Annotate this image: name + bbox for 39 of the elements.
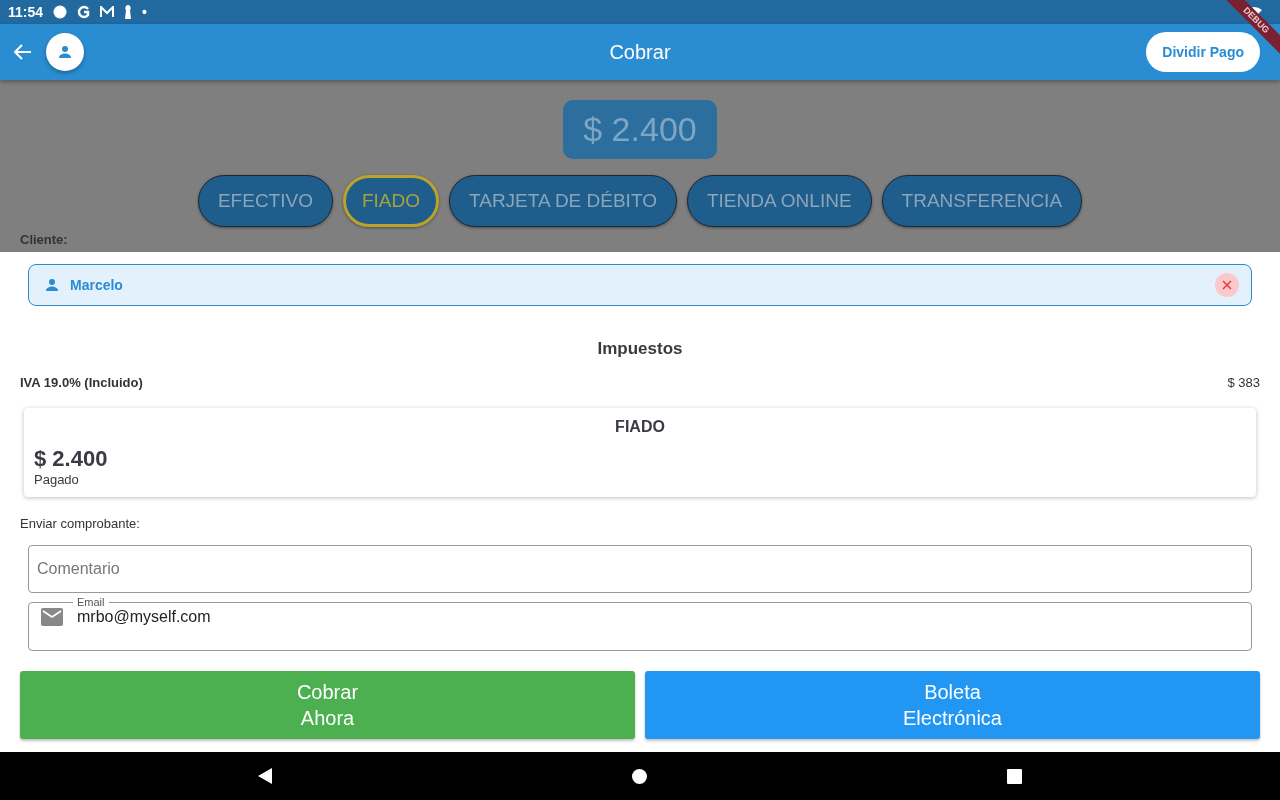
comment-field[interactable]: Comentario bbox=[28, 545, 1252, 593]
amount-display: $ 2.400 bbox=[563, 100, 717, 159]
client-field[interactable]: Marcelo bbox=[28, 264, 1252, 306]
page-title: Cobrar bbox=[609, 40, 671, 63]
payment-status: Pagado bbox=[34, 472, 80, 487]
mail-icon bbox=[41, 608, 63, 626]
notification-icon bbox=[53, 5, 68, 19]
payment-amount: $ 2.400 bbox=[34, 446, 109, 472]
taxes-heading: Impuestos bbox=[596, 339, 684, 359]
payment-method-chip[interactable]: FIADO bbox=[342, 175, 439, 227]
more-notifications: • bbox=[142, 4, 147, 20]
back-icon[interactable] bbox=[258, 768, 272, 784]
clock: 11:54 bbox=[8, 4, 44, 20]
email-value: mrbo@myself.com bbox=[77, 608, 211, 626]
split-payment-button[interactable]: Dividir Pago bbox=[1146, 32, 1260, 72]
tax-value: $ 383 bbox=[1227, 375, 1260, 390]
invoice-button[interactable]: Boleta Electrónica bbox=[645, 671, 1260, 739]
payment-method-chip[interactable]: EFECTIVO bbox=[197, 175, 333, 227]
payment-method-chip[interactable]: TRANSFERENCIA bbox=[881, 175, 1083, 227]
notification-icon bbox=[124, 5, 133, 19]
client-name: Marcelo bbox=[70, 277, 123, 293]
charge-button[interactable]: Cobrar Ahora bbox=[20, 671, 635, 739]
email-field[interactable]: Email mrbo@myself.com bbox=[28, 596, 1252, 651]
payment-method-chip[interactable]: TARJETA DE DÉBITO bbox=[449, 175, 677, 227]
receipt-label: Enviar comprobante: bbox=[20, 516, 141, 531]
payment-method-chip[interactable]: TIENDA ONLINE bbox=[686, 175, 872, 227]
mail-icon bbox=[100, 6, 115, 18]
person-icon bbox=[43, 276, 61, 294]
person-icon bbox=[56, 43, 74, 61]
client-label: Cliente: bbox=[20, 232, 68, 247]
notification-icon bbox=[77, 5, 91, 19]
email-label: Email bbox=[76, 596, 106, 608]
home-icon[interactable] bbox=[632, 768, 647, 784]
recents-icon[interactable] bbox=[1007, 768, 1022, 784]
avatar-button[interactable] bbox=[46, 33, 84, 71]
clear-button[interactable] bbox=[1215, 273, 1239, 297]
payment-method-title: FIADO bbox=[614, 418, 666, 436]
close-icon bbox=[1222, 280, 1232, 290]
tax-label: IVA 19.0% (Incluido) bbox=[20, 375, 143, 390]
